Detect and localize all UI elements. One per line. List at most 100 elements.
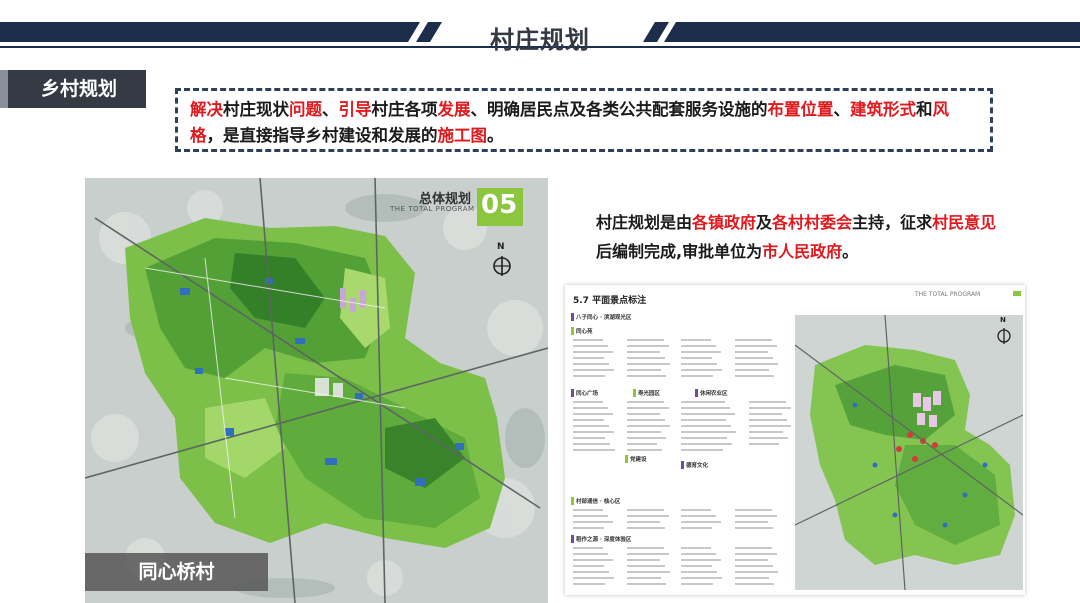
legend-entry — [681, 577, 722, 579]
planning-description: 村庄规划是由各镇政府及各村村委会主持，征求村民意见后编制完成,审批单位为市人民政… — [596, 208, 1006, 266]
legend-entry — [735, 565, 773, 567]
legend-entry — [735, 515, 777, 517]
description-text-segment: 主持，征求 — [852, 213, 933, 232]
legend-entry — [573, 413, 613, 415]
legend-entry — [573, 363, 609, 365]
legend-entry — [681, 515, 716, 517]
description-text-segment: 及 — [756, 213, 773, 232]
top-banner: 村庄规划 — [0, 12, 1080, 54]
intro-text-segment: 布置位置 — [767, 100, 834, 119]
legend-entry — [573, 571, 609, 573]
legend-entry — [573, 431, 614, 433]
legend-entry — [573, 375, 605, 377]
legend-entry — [735, 363, 778, 365]
intro-text-segment: 施工图 — [437, 126, 488, 145]
legend-entry — [681, 357, 712, 359]
intro-text-segment: 发展 — [437, 100, 471, 119]
legend-entry — [695, 419, 726, 421]
legend-entry — [735, 521, 768, 523]
legend-entry — [627, 509, 664, 511]
legend-entry — [681, 363, 717, 365]
legend-entry — [627, 583, 666, 585]
legend-entry — [681, 509, 711, 511]
legend-entry — [573, 509, 603, 511]
plan-map: N — [795, 315, 1023, 590]
section-tab: 乡村规划 — [0, 70, 146, 108]
legend-group-heading: 德育文化 — [681, 461, 708, 469]
legend-entry — [695, 431, 736, 433]
legend-entry — [681, 369, 722, 371]
legend-entry — [573, 565, 604, 567]
section-tab-accent — [0, 70, 8, 108]
legend-entry — [627, 553, 669, 555]
legend-entry — [573, 553, 608, 555]
legend-entry — [695, 407, 730, 409]
map-section-number: 05 — [481, 190, 518, 220]
legend-entry — [573, 437, 605, 439]
intro-text-segment: ，是直接指导乡村建设和发展的 — [206, 126, 438, 145]
legend-entry — [735, 375, 774, 377]
description-text-segment: 各村村委会 — [772, 213, 853, 232]
legend-group-heading: 八子同心 · 滨湖观光区 — [571, 313, 631, 321]
legend-entry — [627, 419, 665, 421]
description-text-segment: 后编制完成,审批单位为 — [596, 242, 763, 261]
legend-entry — [681, 527, 712, 529]
description-text-segment: 村民意见 — [932, 213, 997, 232]
map-title-en: THE TOTAL PROGRAM — [390, 205, 475, 213]
legend-entry — [681, 345, 716, 347]
legend-entry — [749, 437, 788, 439]
legend-entry — [627, 577, 661, 579]
plan-annotation-panel: 5.7 平面景点标注 THE TOTAL PROGRAM 八子同心 · 滨湖观光… — [565, 285, 1025, 595]
legend-entry — [695, 401, 725, 403]
legend-entry — [573, 515, 608, 517]
legend-entry — [681, 565, 712, 567]
legend-entry — [681, 559, 721, 561]
legend-entry — [627, 369, 661, 371]
legend-group-heading: 同心苑 — [571, 327, 593, 335]
legend-group-heading: 党建设 — [625, 455, 647, 463]
intro-text-segment: 解决 — [190, 100, 223, 119]
legend-entry — [627, 407, 669, 409]
legend-entry — [735, 577, 769, 579]
legend-entry — [735, 339, 772, 341]
legend-entry — [627, 363, 670, 365]
intro-text-segment: 问题 — [289, 100, 322, 119]
legend-entry — [627, 345, 669, 347]
legend-group-heading: 同心广场 — [571, 389, 598, 397]
description-text-segment: 村庄规划是由 — [596, 213, 693, 232]
legend-entry — [735, 583, 774, 585]
legend-entry — [681, 521, 721, 523]
legend-entry — [573, 407, 608, 409]
plan-legend: 八子同心 · 滨湖观光区 同心苑 同心广场 寿光园区 休闲农业区 党建设 德育文化 村部通信 … — [571, 309, 791, 591]
legend-entry — [627, 431, 661, 433]
legend-entry — [681, 553, 716, 555]
legend-entry — [627, 527, 665, 529]
legend-entry — [573, 425, 609, 427]
description-text-segment: 。 — [842, 242, 859, 261]
plan-header-accent — [1013, 291, 1021, 296]
legend-entry — [681, 375, 713, 377]
legend-entry — [681, 583, 713, 585]
legend-entry — [573, 583, 605, 585]
legend-group-heading: 稻作之源 · 深度体验区 — [571, 535, 631, 543]
legend-entry — [573, 443, 610, 445]
legend-entry — [573, 521, 613, 523]
master-plan-map: 总体规划 THE TOTAL PROGRAM 05 N — [85, 178, 548, 603]
legend-entry — [749, 401, 786, 403]
legend-entry — [681, 339, 711, 341]
intro-text-segment: 、明确居民点及各类公共配套服务设施的 — [470, 100, 768, 119]
legend-entry — [735, 351, 768, 353]
description-text-segment: 市人民政府 — [762, 242, 843, 261]
legend-entry — [681, 547, 711, 549]
legend-entry — [749, 443, 779, 445]
legend-entry — [627, 547, 664, 549]
north-arrow-icon: N — [491, 242, 513, 278]
legend-entry — [735, 547, 772, 549]
village-name-caption: 同心桥村 — [85, 553, 268, 591]
legend-entry — [573, 339, 603, 341]
legend-entry — [627, 521, 660, 523]
legend-group-heading: 村部通信 · 核心区 — [571, 497, 620, 505]
legend-entry — [627, 571, 670, 573]
page-title: 村庄规划 — [490, 26, 590, 54]
legend-entry — [749, 407, 791, 409]
